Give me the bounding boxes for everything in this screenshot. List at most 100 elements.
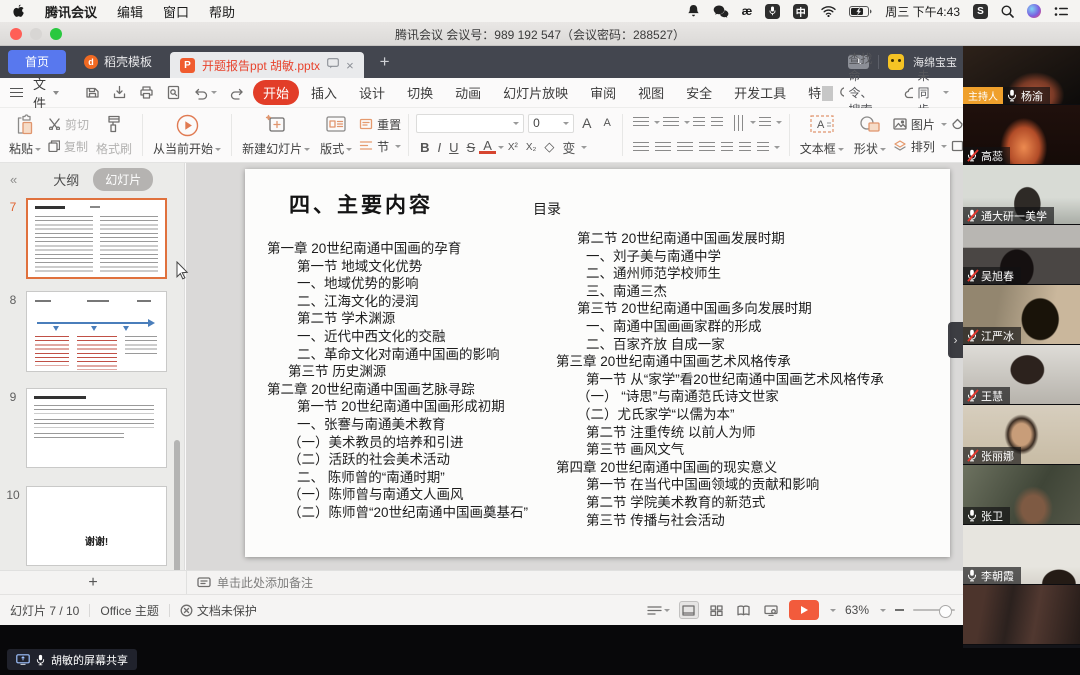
- zoom-level-label[interactable]: 63%: [845, 603, 869, 617]
- zoom-slider-knob[interactable]: [939, 605, 952, 618]
- output-icon[interactable]: [112, 85, 127, 100]
- layout-button[interactable]: 版式: [315, 111, 357, 159]
- slide-thumbnail-8[interactable]: 8: [0, 291, 185, 372]
- paste-button[interactable]: 粘贴: [4, 111, 46, 159]
- add-slide-button[interactable]: +: [0, 571, 187, 594]
- wifi-icon[interactable]: [821, 3, 836, 19]
- dictation-icon[interactable]: [765, 4, 780, 19]
- font-size-select[interactable]: 0: [528, 114, 574, 133]
- collapse-panel-button[interactable]: «: [10, 172, 17, 187]
- participant-video[interactable]: 高蕊: [963, 105, 1080, 165]
- ribbon-tab[interactable]: 设计: [349, 80, 395, 105]
- battery-icon[interactable]: [849, 3, 872, 19]
- justify-icon[interactable]: [699, 142, 715, 154]
- sidebar-collapse-chevron[interactable]: ›: [948, 322, 963, 358]
- textbox-button[interactable]: A 文本框: [795, 111, 849, 159]
- bullets-icon[interactable]: [633, 117, 649, 129]
- bold-button[interactable]: B: [416, 140, 433, 155]
- grow-font-button[interactable]: A: [578, 115, 595, 131]
- slideshow-play-button[interactable]: [789, 600, 819, 620]
- notes-toggle-button[interactable]: [647, 605, 670, 616]
- zoom-caret[interactable]: [880, 609, 886, 612]
- zoom-slider[interactable]: [913, 609, 955, 611]
- numbering-icon[interactable]: [663, 117, 679, 129]
- change-case-button[interactable]: 变: [558, 138, 579, 157]
- participant-video[interactable]: 江严冰: [963, 285, 1080, 345]
- ribbon-tab[interactable]: 开始: [253, 80, 299, 105]
- font-name-select[interactable]: [416, 114, 524, 133]
- zoom-out-icon[interactable]: [895, 609, 904, 611]
- participant-video[interactable]: 张卫: [963, 465, 1080, 525]
- participant-video[interactable]: 李朝霞: [963, 525, 1080, 585]
- document-protection-status[interactable]: 文档未保护: [180, 602, 257, 619]
- align-center-icon[interactable]: [655, 142, 671, 154]
- superscript-button[interactable]: X²: [504, 142, 522, 153]
- ribbon-tab[interactable]: 切换: [397, 80, 443, 105]
- participant-video[interactable]: 吴旭春: [963, 225, 1080, 285]
- ribbon-tab[interactable]: 开发工具: [724, 80, 796, 105]
- normal-view-button[interactable]: [679, 601, 699, 619]
- subscript-button[interactable]: X₂: [522, 142, 541, 153]
- tab-home[interactable]: 首页: [8, 50, 66, 74]
- slide-thumbnail-9[interactable]: 9: [0, 388, 185, 468]
- menubar-clock[interactable]: 周三 下午4:43: [885, 3, 960, 20]
- redo-icon[interactable]: [229, 86, 245, 100]
- columns-icon[interactable]: [759, 117, 771, 129]
- tab-slides[interactable]: 幻灯片: [93, 168, 153, 191]
- indent-icon[interactable]: [711, 117, 723, 129]
- menu-edit[interactable]: 编辑: [117, 2, 143, 21]
- sogou-icon[interactable]: S: [973, 4, 988, 19]
- outdent-icon[interactable]: [693, 117, 705, 129]
- menu-help[interactable]: 帮助: [209, 2, 235, 21]
- arrange-button[interactable]: 排列: [893, 138, 947, 155]
- ribbon-tab[interactable]: 视图: [628, 80, 674, 105]
- slide-canvas[interactable]: 四、主要内容 目录 第一章 20世纪南通中国画的孕育第一节 地域文化优势一、地域…: [186, 163, 965, 570]
- ae-input-icon[interactable]: æ: [742, 4, 753, 18]
- ribbon-tab[interactable]: 特: [798, 80, 835, 105]
- apple-logo-icon[interactable]: [12, 3, 25, 19]
- paragraph-settings-icon[interactable]: [757, 142, 769, 154]
- reset-button[interactable]: 重置: [359, 116, 401, 133]
- notes-placeholder-bar[interactable]: 单击此处添加备注: [187, 574, 313, 591]
- ribbon-tab[interactable]: 幻灯片放映: [493, 80, 578, 105]
- input-method-icon[interactable]: 中: [793, 4, 808, 19]
- menubar-app-name[interactable]: 腾讯会议: [45, 2, 97, 21]
- notification-bell-icon[interactable]: [687, 3, 700, 19]
- italic-button[interactable]: I: [434, 140, 446, 155]
- tab-comment-icon[interactable]: [327, 58, 339, 72]
- notification-center-icon[interactable]: [1054, 3, 1068, 19]
- slide-thumbnail-7[interactable]: 7: [0, 198, 185, 279]
- tab-document[interactable]: P 开题报告ppt 胡敏.pptx ×: [170, 52, 364, 78]
- theme-label[interactable]: Office 主题: [100, 602, 158, 619]
- align-right-icon[interactable]: [677, 142, 693, 154]
- participant-video[interactable]: 张丽娜: [963, 405, 1080, 465]
- participant-video[interactable]: 通大研一美学: [963, 165, 1080, 225]
- print-icon[interactable]: [139, 85, 154, 100]
- tab-outline[interactable]: 大纲: [53, 170, 79, 189]
- shrink-font-button[interactable]: A: [599, 117, 614, 129]
- presenter-view-button[interactable]: [762, 602, 780, 618]
- ribbon-tab[interactable]: 审阅: [580, 80, 626, 105]
- spotlight-icon[interactable]: [1001, 3, 1014, 19]
- participant-video[interactable]: 主持人 杨渝: [963, 45, 1080, 105]
- new-tab-button[interactable]: +: [372, 52, 398, 72]
- play-from-current-button[interactable]: 从当前开始: [148, 111, 226, 159]
- picture-button[interactable]: 图片: [893, 116, 947, 133]
- undo-icon[interactable]: [193, 86, 217, 100]
- tab-close-icon[interactable]: ×: [346, 58, 354, 73]
- siri-icon[interactable]: [1027, 4, 1041, 18]
- ribbon-tab[interactable]: 动画: [445, 80, 491, 105]
- shapes-button[interactable]: 形状: [849, 111, 891, 159]
- save-icon[interactable]: [85, 85, 100, 100]
- main-menu-icon[interactable]: [10, 88, 23, 98]
- print-preview-icon[interactable]: [166, 85, 181, 100]
- text-direction-icon[interactable]: [731, 115, 743, 131]
- align-left-icon[interactable]: [633, 142, 649, 154]
- screen-share-banner[interactable]: 胡敏的屏幕共享: [7, 649, 137, 670]
- slide-sorter-view-button[interactable]: [708, 602, 726, 618]
- clear-format-button[interactable]: ◇: [540, 139, 558, 155]
- reading-view-button[interactable]: [735, 602, 753, 618]
- distribute-icon[interactable]: [721, 142, 733, 154]
- strikethrough-button[interactable]: S: [463, 140, 480, 155]
- file-menu[interactable]: 文件: [33, 74, 46, 112]
